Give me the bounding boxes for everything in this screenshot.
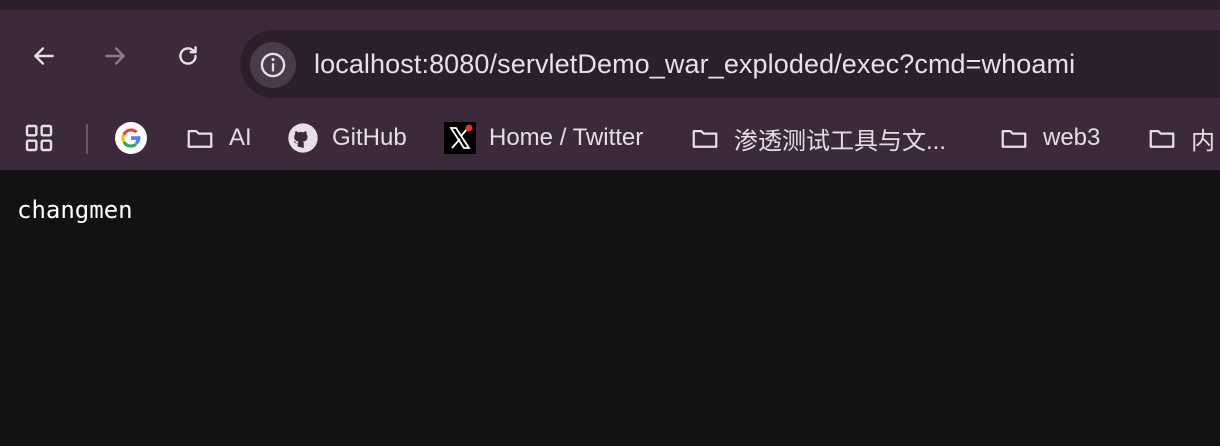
- site-info-button[interactable]: [250, 42, 296, 88]
- bookmarks-divider: [86, 124, 88, 154]
- browser-chrome: localhost:8080/servletDemo_war_exploded/…: [0, 0, 1220, 170]
- page-content: changmen: [0, 170, 1220, 446]
- bookmark-pentest-tools[interactable]: 渗透测试工具与文...: [688, 118, 946, 158]
- bookmark-web3[interactable]: web3: [997, 118, 1100, 158]
- folder-icon: [997, 121, 1031, 155]
- bookmark-label: 渗透测试工具与文...: [734, 127, 947, 155]
- bookmark-label: 内: [1191, 127, 1215, 155]
- apps-button[interactable]: [22, 118, 56, 158]
- folder-icon: [1145, 121, 1179, 155]
- bookmark-label: Home / Twitter: [489, 124, 644, 151]
- forward-button[interactable]: [97, 38, 133, 74]
- bookmark-label: GitHub: [332, 124, 407, 151]
- apps-grid-icon: [22, 121, 56, 155]
- arrow-right-icon: [105, 47, 125, 65]
- url-text[interactable]: localhost:8080/servletDemo_war_exploded/…: [314, 49, 1075, 80]
- bookmark-github[interactable]: GitHub: [286, 118, 407, 158]
- bookmark-label: web3: [1043, 124, 1101, 151]
- reload-icon: [179, 46, 197, 65]
- bookmark-label: AI: [229, 124, 252, 151]
- bookmark-ai[interactable]: AI: [183, 118, 252, 158]
- bookmark-google[interactable]: [114, 118, 160, 158]
- back-button[interactable]: [26, 38, 62, 74]
- folder-icon: [688, 121, 722, 155]
- info-icon: [260, 52, 286, 78]
- reload-button[interactable]: [170, 38, 206, 74]
- google-icon: [114, 121, 148, 155]
- arrow-left-icon: [34, 47, 54, 65]
- bookmark-twitter[interactable]: Home / Twitter: [443, 118, 643, 158]
- x-icon: [443, 121, 477, 155]
- command-output: changmen: [17, 196, 133, 224]
- github-icon: [286, 121, 320, 155]
- folder-icon: [183, 121, 217, 155]
- bookmarks-bar: AI GitHub Home / Twitter 渗透测试工具与文... web…: [0, 100, 1220, 176]
- toolbar: localhost:8080/servletDemo_war_exploded/…: [0, 20, 1220, 98]
- address-bar[interactable]: localhost:8080/servletDemo_war_exploded/…: [240, 30, 1220, 98]
- bookmark-internal[interactable]: 内: [1145, 118, 1215, 158]
